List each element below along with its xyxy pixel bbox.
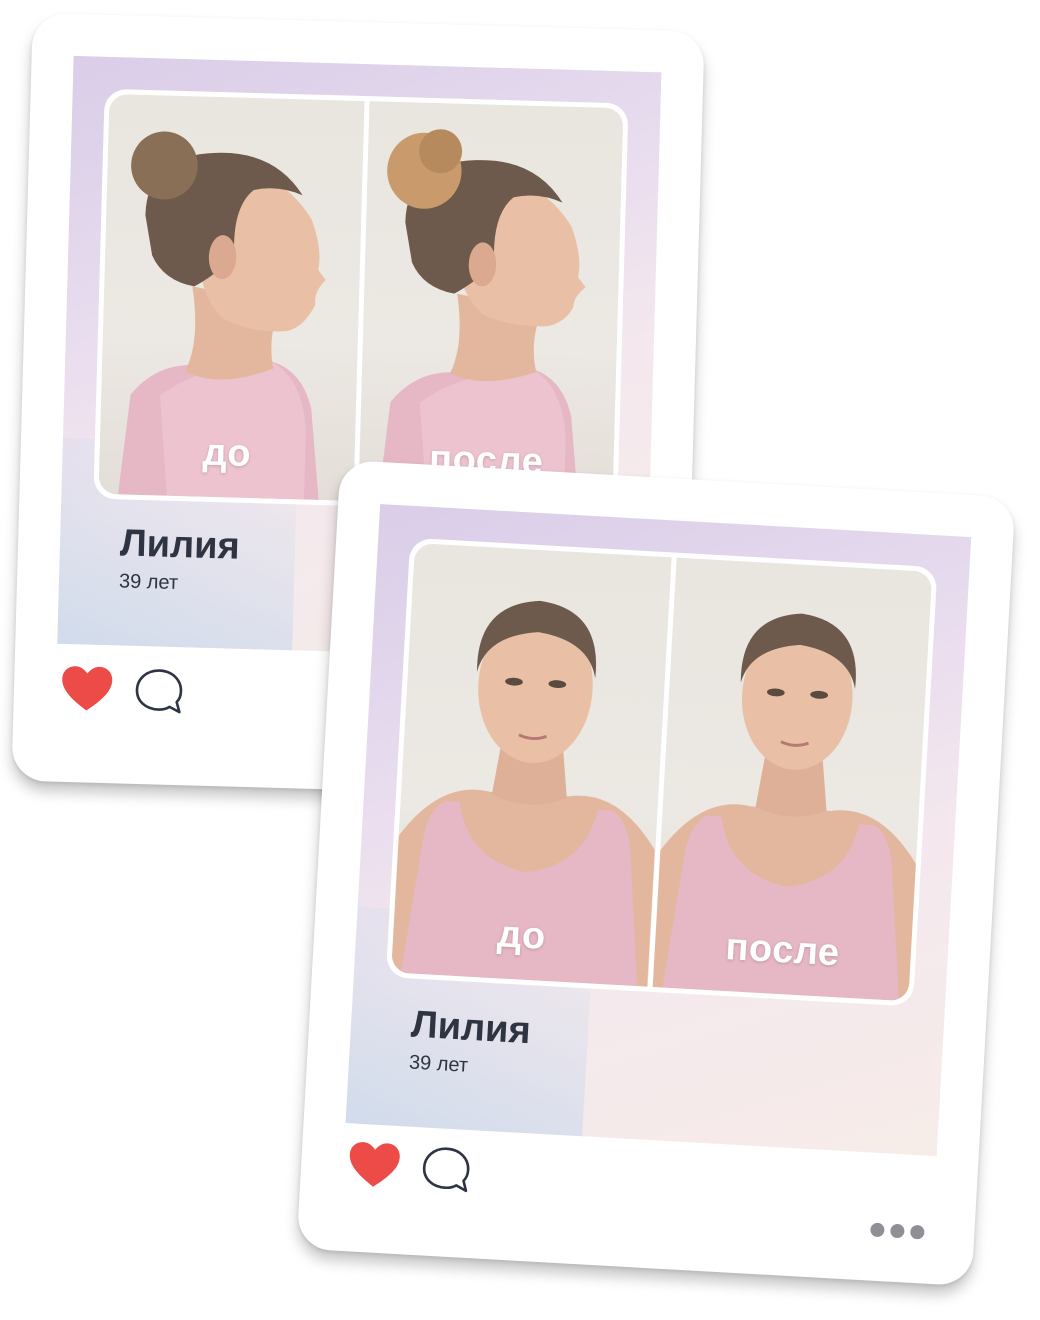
heart-icon[interactable] [59,664,114,715]
heart-icon[interactable] [346,1139,403,1192]
before-label: до [202,431,252,476]
more-dot [909,1224,925,1240]
comment-icon[interactable] [418,1143,475,1196]
post-actions [59,664,186,717]
post-actions [346,1139,475,1196]
before-after-photos[interactable]: до после [385,537,938,1007]
more-dot [870,1222,885,1238]
client-age: 39 лет [118,570,179,595]
post-panel: до после Лилия 39 лет [345,504,972,1157]
more-icon[interactable] [870,1222,925,1240]
more-dot [890,1223,905,1239]
before-photo[interactable]: до [391,543,672,987]
client-name: Лилия [409,1003,532,1053]
post-card-front: до после Лилия 39 лет [296,459,1016,1287]
before-photo[interactable]: до [98,93,365,501]
after-photo[interactable]: после [652,557,933,1002]
comment-icon[interactable] [131,666,186,717]
client-age: 39 лет [408,1051,469,1077]
after-photo[interactable]: после [357,101,624,509]
client-name: Лилия [119,522,241,568]
before-after-photos[interactable]: до после [93,88,629,514]
before-after-collage: до после Лилия 39 лет до после Лилия 39 … [0,0,1040,1320]
